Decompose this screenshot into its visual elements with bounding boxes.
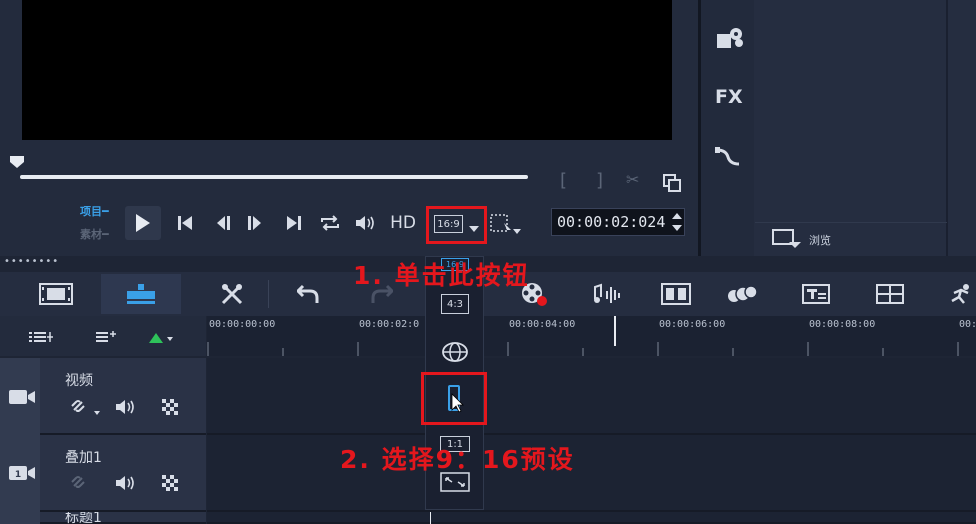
video-camera-icon [9, 390, 35, 404]
volume-button[interactable] [354, 212, 378, 234]
step1-annotation: 1. 单击此按钮 [353, 261, 530, 290]
scissors-icon[interactable]: ✂ [626, 170, 639, 189]
audio-mixer-button[interactable] [590, 274, 626, 314]
ruler-label: 00: [959, 319, 976, 330]
speaker-icon [356, 216, 374, 230]
prev-frame-button[interactable] [212, 212, 234, 234]
go-to-start-button[interactable] [174, 212, 196, 234]
browse-folder-icon[interactable] [772, 229, 802, 249]
track-name[interactable]: 叠加1 [65, 447, 102, 467]
ruler-ticks [207, 342, 959, 356]
track-body-video[interactable] [207, 358, 976, 435]
transition-icon[interactable] [714, 146, 742, 168]
track-name[interactable]: 视频 [65, 370, 93, 390]
resize-grip[interactable]: •••••••• [4, 257, 64, 267]
track-body-title[interactable] [207, 512, 976, 524]
auto-music-button[interactable] [658, 274, 694, 314]
motion-tracking-button[interactable] [722, 274, 762, 314]
subtitle-editor-button[interactable] [798, 274, 834, 314]
fx-tab[interactable]: FX [715, 86, 743, 108]
tools-icon [221, 283, 243, 305]
overlay-camera-icon: 1 [9, 466, 35, 480]
track-name[interactable]: 标题1 [65, 512, 102, 524]
hd-preview-button[interactable]: HD [388, 211, 418, 235]
checker-icon[interactable] [162, 399, 178, 415]
timecode-display[interactable]: 00:00:02:024 [551, 208, 685, 236]
aspect-option-4-3[interactable]: 4:3 [441, 294, 469, 314]
scrub-bar[interactable] [20, 175, 528, 179]
aspect-ratio-button[interactable]: 16:9 [434, 215, 463, 233]
step2-annotation: 2. 选择9：16预设 [340, 445, 575, 474]
video-preview[interactable] [22, 0, 672, 140]
media-icon[interactable] [715, 26, 745, 52]
track-manager-icon[interactable] [28, 330, 54, 344]
undo-button[interactable] [292, 274, 324, 314]
ruler-label: 00:00:00:00 [209, 319, 276, 330]
skip-end-icon [287, 216, 301, 230]
toolbar-divider [268, 280, 269, 308]
storyboard-view-button[interactable] [24, 274, 88, 314]
grid-icon [876, 284, 904, 304]
playhead-lower [430, 512, 431, 524]
playhead[interactable] [614, 316, 616, 346]
portrait-9-16-option[interactable] [446, 384, 468, 414]
play-icon [136, 214, 150, 232]
running-figure-icon [951, 284, 969, 304]
timeline-view-button[interactable] [101, 274, 181, 314]
multi-camera-button[interactable] [872, 274, 908, 314]
speaker-icon[interactable] [115, 398, 139, 416]
browse-label[interactable]: 浏览 [809, 232, 831, 248]
copy-icon[interactable] [662, 173, 682, 193]
tools-button[interactable] [214, 274, 250, 314]
globe-icon[interactable] [441, 341, 469, 363]
ruler-label: 00:00:04:00 [509, 319, 576, 330]
subtitle-icon [802, 284, 830, 304]
scrub-handle[interactable] [10, 156, 24, 168]
chevron-down-icon[interactable] [469, 226, 479, 232]
link-icon[interactable] [70, 474, 88, 492]
svg-text:1: 1 [15, 470, 21, 480]
add-track-icon[interactable] [95, 330, 117, 344]
go-to-end-button[interactable] [283, 212, 305, 234]
mark-in-button[interactable]: [ [560, 170, 567, 191]
repeat-button[interactable] [318, 212, 342, 234]
ripple-edit-icon[interactable] [148, 332, 174, 344]
next-frame-icon [248, 216, 261, 230]
crop-select-icon[interactable] [490, 213, 522, 237]
prev-frame-icon [217, 216, 230, 230]
skip-start-icon [178, 216, 192, 230]
library-scrollbar[interactable] [946, 0, 948, 256]
timecode-stepper-icon[interactable] [670, 210, 684, 234]
panel-divider[interactable] [698, 0, 701, 256]
speaker-icon[interactable] [115, 474, 139, 492]
film-music-icon [661, 283, 691, 305]
repeat-icon [321, 215, 339, 231]
track-body-overlay[interactable] [207, 435, 976, 512]
circles-icon [728, 285, 758, 302]
project-mode-label[interactable]: 项目━ [80, 203, 109, 219]
ruler-label: 00:00:02:0 [359, 319, 420, 330]
play-button[interactable] [125, 206, 161, 240]
track-type-strip [0, 512, 40, 524]
undo-icon [297, 284, 319, 303]
ruler-label: 00:00:06:00 [659, 319, 726, 330]
timeline-icon [127, 284, 155, 304]
mark-out-button[interactable]: ] [596, 170, 603, 191]
music-waveform-icon [594, 283, 620, 303]
checker-icon[interactable] [162, 475, 178, 491]
clip-mode-label[interactable]: 素材━ [80, 226, 109, 242]
film-strip-icon [39, 283, 73, 305]
ruler-label: 00:00:08:00 [809, 319, 876, 330]
link-icon[interactable] [70, 398, 104, 416]
time-remap-button[interactable] [946, 274, 976, 314]
next-frame-button[interactable] [244, 212, 266, 234]
